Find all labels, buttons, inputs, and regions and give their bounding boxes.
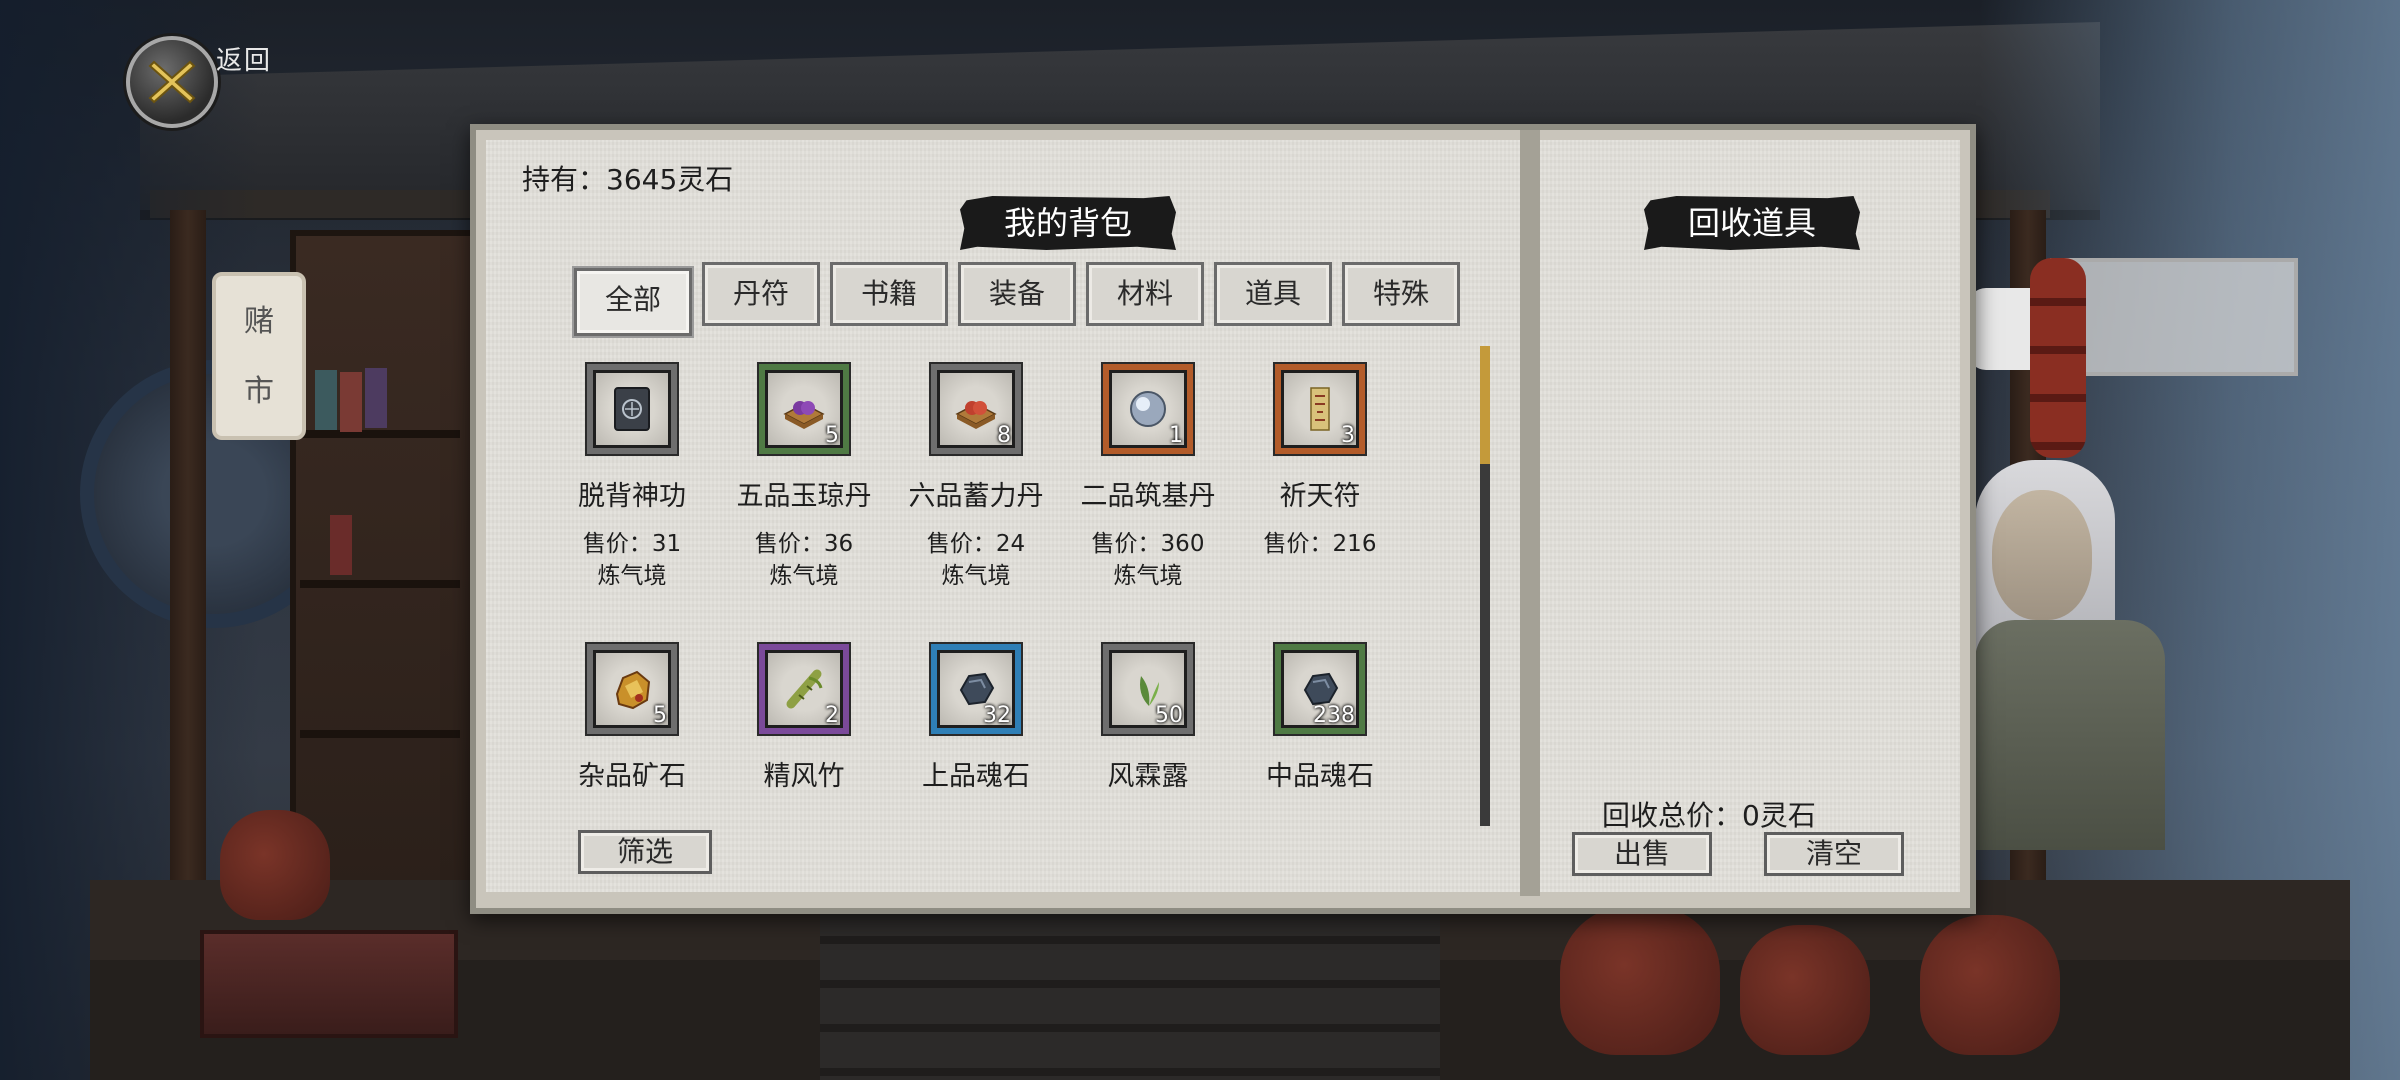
bag-item[interactable]: 1 二品筑基丹 售价：360 炼气境 bbox=[1062, 364, 1234, 604]
item-slot: 32 bbox=[931, 644, 1021, 734]
pill-box-icon bbox=[955, 401, 997, 429]
item-name: 上品魂石 bbox=[922, 761, 1030, 792]
book-decoration bbox=[365, 368, 387, 428]
item-count: 8 bbox=[997, 423, 1011, 448]
item-realm: 炼气境 bbox=[941, 563, 1011, 589]
category-tabs: 全部 丹符 书籍 装备 材料 道具 特殊 bbox=[574, 262, 1460, 336]
item-name: 中品魂石 bbox=[1266, 761, 1374, 792]
pill-box-icon bbox=[783, 401, 825, 429]
item-grid: 脱背神功 售价：31 炼气境 5 五品玉琼丹 售价：36 炼气境 8 六品蓄力丹… bbox=[546, 364, 1406, 834]
bag-scrollbar-thumb[interactable] bbox=[1480, 346, 1490, 464]
item-name: 五品玉琼丹 bbox=[736, 481, 872, 512]
item-count: 2 bbox=[825, 703, 839, 728]
wooden-steps bbox=[820, 900, 1440, 1080]
clay-jar bbox=[1560, 905, 1720, 1055]
left-pillar bbox=[170, 210, 206, 910]
panel-divider bbox=[1520, 130, 1540, 896]
bag-item[interactable]: 脱背神功 售价：31 炼气境 bbox=[546, 364, 718, 604]
item-count: 1 bbox=[1169, 423, 1183, 448]
item-count: 5 bbox=[653, 703, 667, 728]
shelf-board bbox=[300, 430, 460, 438]
item-price: 售价：360 bbox=[1091, 531, 1205, 557]
tab-pills-talismans[interactable]: 丹符 bbox=[702, 262, 820, 326]
notice-board bbox=[2050, 258, 2298, 376]
book-decoration bbox=[340, 372, 362, 432]
book-icon bbox=[614, 387, 650, 431]
red-chest bbox=[200, 930, 458, 1038]
bag-item[interactable]: 5 杂品矿石 bbox=[546, 644, 718, 804]
item-price: 售价：31 bbox=[582, 531, 682, 557]
shop-panel: 持有：3645灵石 我的背包 全部 丹符 书籍 装备 材料 道具 特殊 脱背神功… bbox=[470, 124, 1976, 914]
bag-item[interactable]: 8 六品蓄力丹 售价：24 炼气境 bbox=[890, 364, 1062, 604]
shelf-board bbox=[300, 580, 460, 588]
item-count: 5 bbox=[825, 423, 839, 448]
item-count: 3 bbox=[1341, 423, 1355, 448]
bag-item[interactable]: 2 精风竹 bbox=[718, 644, 890, 804]
item-price: 售价：36 bbox=[754, 531, 854, 557]
item-slot: 1 bbox=[1103, 364, 1193, 454]
talisman-icon bbox=[1310, 387, 1330, 431]
item-slot: 50 bbox=[1103, 644, 1193, 734]
item-realm: 炼气境 bbox=[1113, 563, 1183, 589]
tab-props[interactable]: 道具 bbox=[1214, 262, 1332, 326]
bamboo-icon bbox=[786, 669, 823, 709]
bag-item[interactable]: 238 中品魂石 bbox=[1234, 644, 1406, 804]
shop-sign: 赌市 bbox=[212, 272, 306, 440]
item-slot: 238 bbox=[1275, 644, 1365, 734]
filter-button[interactable]: 筛选 bbox=[578, 830, 712, 874]
item-realm: 炼气境 bbox=[769, 563, 839, 589]
book-decoration bbox=[315, 370, 337, 430]
item-name: 二品筑基丹 bbox=[1080, 481, 1216, 512]
recycle-total: 回收总价：0灵石 bbox=[1602, 799, 1816, 832]
bag-item[interactable]: 50 风霖露 bbox=[1062, 644, 1234, 804]
back-label[interactable]: 返回 bbox=[216, 40, 272, 77]
bag-item[interactable]: 3 祈天符 售价：216 bbox=[1234, 364, 1406, 604]
item-name: 六品蓄力丹 bbox=[908, 481, 1044, 512]
clear-button[interactable]: 清空 bbox=[1764, 832, 1904, 876]
close-icon bbox=[148, 60, 196, 104]
recycle-section: 回收道具 回收总价：0灵石 出售 清空 bbox=[1540, 140, 1960, 892]
shelf-board bbox=[300, 730, 460, 738]
red-lantern bbox=[2030, 258, 2086, 458]
clay-jar bbox=[1920, 915, 2060, 1055]
back-button[interactable] bbox=[126, 36, 218, 128]
bag-item[interactable]: 32 上品魂石 bbox=[890, 644, 1062, 804]
item-slot: 3 bbox=[1275, 364, 1365, 454]
npc-body bbox=[1975, 620, 2165, 850]
item-name: 祈天符 bbox=[1279, 481, 1361, 512]
item-count: 50 bbox=[1155, 703, 1183, 728]
item-count: 238 bbox=[1313, 703, 1355, 728]
item-name: 杂品矿石 bbox=[578, 761, 686, 792]
item-count: 32 bbox=[983, 703, 1011, 728]
item-name: 脱背神功 bbox=[578, 481, 686, 512]
npc-shopkeeper bbox=[1992, 490, 2092, 620]
item-slot: 5 bbox=[759, 364, 849, 454]
tab-special[interactable]: 特殊 bbox=[1342, 262, 1460, 326]
item-slot: 2 bbox=[759, 644, 849, 734]
tab-equipment[interactable]: 装备 bbox=[958, 262, 1076, 326]
bag-title: 我的背包 bbox=[960, 196, 1176, 250]
tab-books[interactable]: 书籍 bbox=[830, 262, 948, 326]
item-name: 风霖露 bbox=[1107, 761, 1189, 792]
bag-section: 持有：3645灵石 我的背包 全部 丹符 书籍 装备 材料 道具 特殊 脱背神功… bbox=[486, 140, 1520, 892]
item-price: 售价：216 bbox=[1263, 531, 1377, 557]
clay-jar bbox=[1740, 925, 1870, 1055]
spirit-stone-balance: 持有：3645灵石 bbox=[522, 163, 734, 196]
book-decoration bbox=[330, 515, 352, 575]
item-slot: 5 bbox=[587, 644, 677, 734]
recycle-title: 回收道具 bbox=[1644, 196, 1860, 250]
tab-all[interactable]: 全部 bbox=[574, 268, 692, 336]
item-price: 售价：24 bbox=[926, 531, 1026, 557]
bag-item[interactable]: 5 五品玉琼丹 售价：36 炼气境 bbox=[718, 364, 890, 604]
item-slot: 8 bbox=[931, 364, 1021, 454]
orb-icon bbox=[1130, 391, 1166, 427]
item-realm: 炼气境 bbox=[597, 563, 667, 589]
item-name: 精风竹 bbox=[763, 761, 845, 792]
sell-button[interactable]: 出售 bbox=[1572, 832, 1712, 876]
bookshelf bbox=[290, 230, 482, 892]
item-slot bbox=[587, 364, 677, 454]
ore-icon bbox=[615, 670, 651, 710]
tab-materials[interactable]: 材料 bbox=[1086, 262, 1204, 326]
clay-jar bbox=[220, 810, 330, 920]
